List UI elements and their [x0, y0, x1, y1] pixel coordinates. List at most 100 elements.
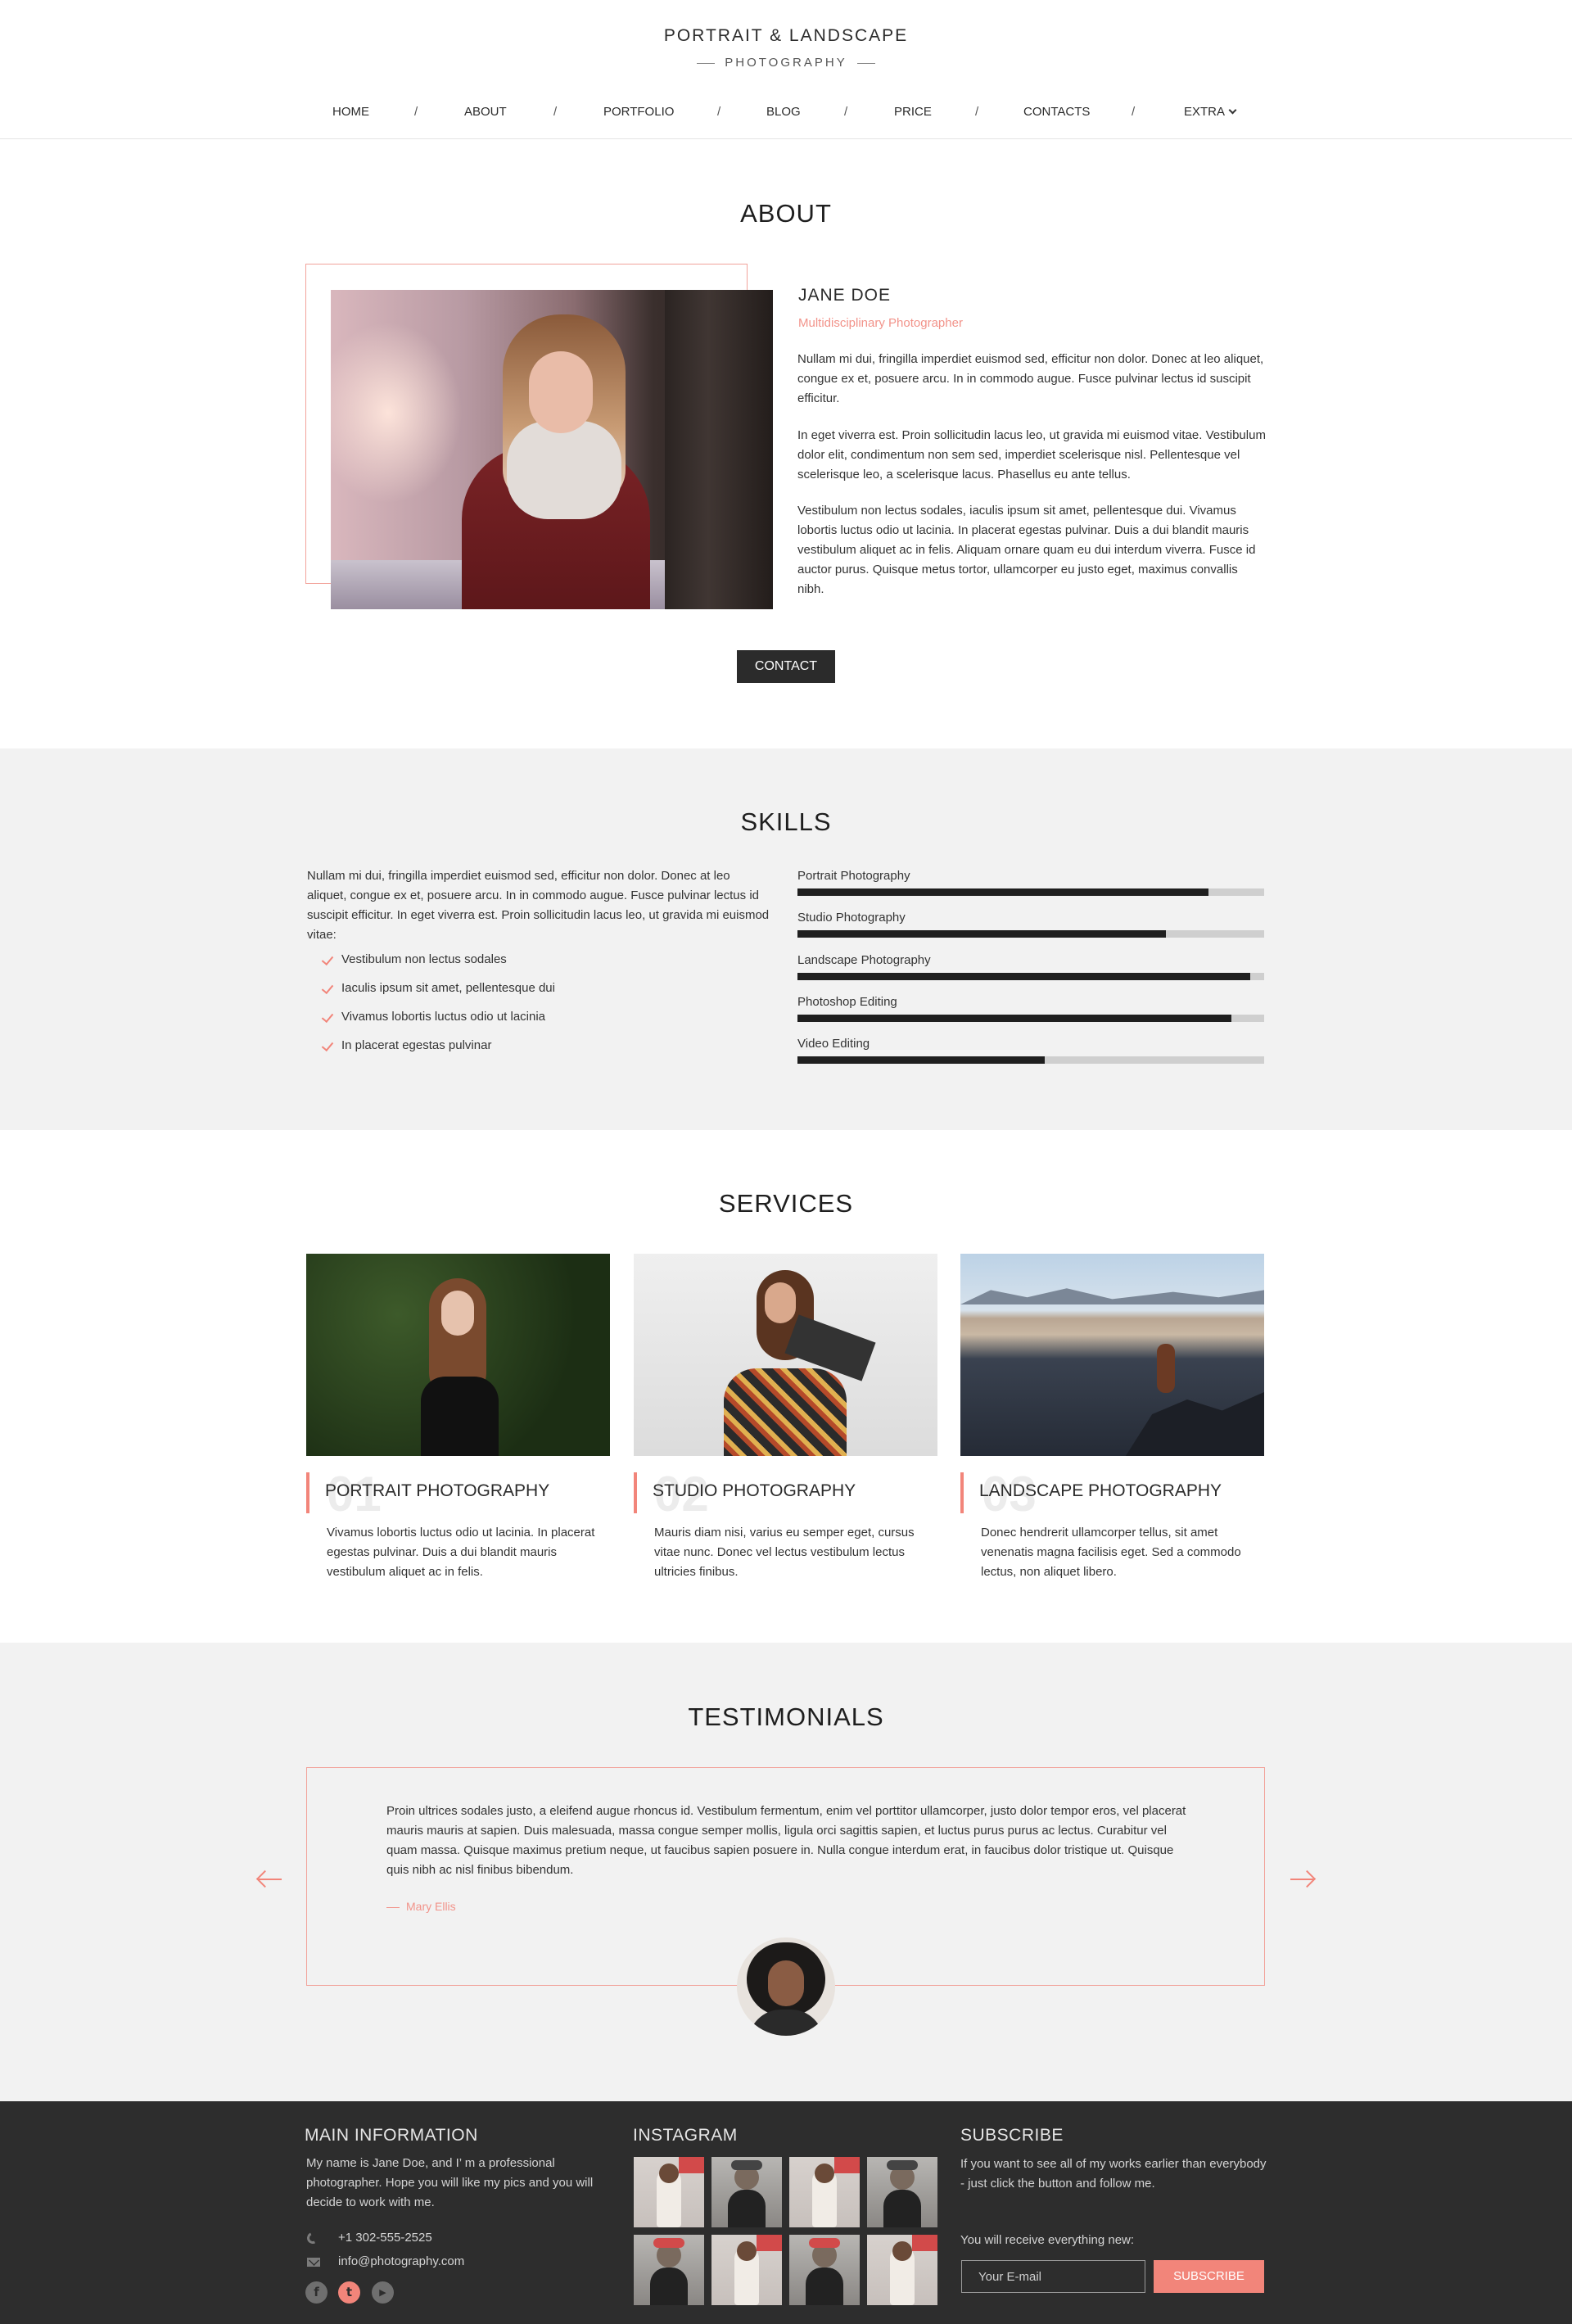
footer-subscribe-note: You will receive everything new: — [960, 2233, 1135, 2247]
nav-blog[interactable]: BLOG — [766, 105, 801, 119]
nav-home[interactable]: HOME — [332, 105, 369, 119]
check-icon — [321, 1010, 334, 1024]
photo-dress — [421, 1377, 499, 1456]
service-title[interactable]: PORTRAIT PHOTOGRAPHY — [325, 1481, 549, 1501]
instagram-thumb[interactable] — [789, 2157, 860, 2227]
list-item: Vestibulum non lectus sodales — [321, 952, 555, 980]
thumb-accent — [679, 2157, 704, 2173]
service-accent-bar — [960, 1472, 964, 1513]
instagram-thumb[interactable] — [867, 2157, 937, 2227]
services-title: SERVICES — [718, 1189, 854, 1218]
instagram-thumb[interactable] — [867, 2235, 937, 2305]
arrow-head — [1298, 1870, 1317, 1888]
service-text: Mauris diam nisi, varius eu semper eget,… — [654, 1526, 915, 1579]
skill-bar: Portrait Photography — [797, 869, 1264, 896]
thumb-figure — [806, 2267, 843, 2305]
check-icon — [321, 952, 334, 966]
service-title[interactable]: LANDSCAPE PHOTOGRAPHY — [979, 1481, 1222, 1501]
service-image-portrait[interactable] — [306, 1254, 610, 1456]
skill-label: Landscape Photography — [797, 953, 931, 967]
skill-fill — [797, 888, 1208, 896]
site-logo-subtitle-text: PHOTOGRAPHY — [725, 56, 847, 70]
skill-track — [797, 1056, 1264, 1064]
twitter-icon[interactable]: t — [338, 2281, 360, 2304]
about-paragraph: Vestibulum non lectus sodales, iaculis i… — [797, 504, 1256, 596]
footer-instagram-title: INSTAGRAM — [633, 2126, 738, 2145]
thumb-cap — [731, 2160, 762, 2170]
nav-separator: / — [975, 105, 979, 119]
service-image-studio[interactable] — [634, 1254, 937, 1456]
skills-title: SKILLS — [740, 807, 832, 836]
nav-portfolio[interactable]: PORTFOLIO — [603, 105, 674, 119]
skill-fill — [797, 973, 1250, 980]
nav-contacts[interactable]: CONTACTS — [1023, 105, 1090, 119]
skills-text: Nullam mi dui, fringilla imperdiet euism… — [307, 869, 770, 942]
email-field[interactable] — [961, 2260, 1145, 2293]
instagram-thumb[interactable] — [711, 2157, 782, 2227]
skill-track — [797, 888, 1264, 896]
instagram-thumb[interactable] — [634, 2157, 704, 2227]
nav-separator: / — [844, 105, 848, 119]
thumb-figure — [650, 2267, 688, 2305]
main-nav: HOME / ABOUT / PORTFOLIO / BLOG / PRICE … — [0, 105, 1572, 126]
photo-face — [765, 1282, 796, 1323]
service-text: Donec hendrerit ullamcorper tellus, sit … — [981, 1526, 1241, 1579]
footer-main-title: MAIN INFORMATION — [305, 2126, 478, 2145]
skill-label: Video Editing — [797, 1037, 870, 1051]
subscribe-button[interactable]: SUBSCRIBE — [1154, 2260, 1264, 2293]
testimonial-avatar — [737, 1937, 835, 2036]
thumb-figure — [728, 2190, 766, 2227]
nav-extra-label: EXTRA — [1184, 105, 1226, 119]
list-item-label: Vivamus lobortis luctus odio ut lacinia — [341, 1010, 546, 1024]
instagram-thumb[interactable] — [711, 2235, 782, 2305]
service-image-landscape[interactable] — [960, 1254, 1264, 1456]
arrow-right-icon[interactable] — [1289, 1869, 1317, 1890]
service-title[interactable]: STUDIO PHOTOGRAPHY — [653, 1481, 856, 1501]
testimonial-author-name: Mary Ellis — [406, 1900, 456, 1913]
skill-fill — [797, 930, 1167, 938]
arrow-head — [255, 1870, 274, 1888]
check-icon — [321, 981, 334, 995]
mail-icon — [307, 2258, 320, 2267]
photo-face — [441, 1291, 474, 1336]
contact-button[interactable]: CONTACT — [737, 650, 835, 683]
photo-tree — [665, 290, 773, 609]
facebook-icon[interactable]: f — [305, 2281, 328, 2304]
about-name: JANE DOE — [798, 286, 892, 305]
instagram-thumb[interactable] — [789, 2235, 860, 2305]
skill-label: Photoshop Editing — [797, 995, 897, 1009]
nav-separator: / — [1132, 105, 1136, 119]
nav-about[interactable]: ABOUT — [464, 105, 507, 119]
instagram-thumb[interactable] — [634, 2235, 704, 2305]
photo-scarf — [507, 421, 621, 519]
thumb-cap — [809, 2238, 840, 2248]
nav-extra[interactable]: EXTRA — [1184, 105, 1237, 119]
photo-person — [1157, 1344, 1175, 1393]
site-logo-title[interactable]: PORTRAIT & LANDSCAPE — [0, 26, 1572, 46]
footer-subscribe-text: If you want to see all of my works earli… — [960, 2157, 1267, 2191]
footer-email[interactable]: info@photography.com — [338, 2254, 464, 2268]
youtube-icon[interactable]: ▶ — [372, 2281, 394, 2304]
skill-bar: Landscape Photography — [797, 953, 1264, 980]
thumb-head — [892, 2241, 912, 2261]
skill-track — [797, 973, 1264, 980]
photo-rocks — [1124, 1392, 1264, 1456]
testimonial-quote: Proin ultrices sodales justo, a eleifend… — [386, 1804, 1186, 1877]
skill-track — [797, 1015, 1264, 1022]
nav-price[interactable]: PRICE — [894, 105, 932, 119]
footer-main-text: My name is Jane Doe, and I’ m a professi… — [306, 2156, 594, 2209]
site-logo-subtitle: PHOTOGRAPHY — [0, 56, 1572, 70]
thumb-accent — [834, 2157, 860, 2173]
skill-bar: Video Editing — [797, 1037, 1264, 1064]
thumb-cap — [887, 2160, 918, 2170]
list-item: In placerat egestas pulvinar — [321, 1038, 555, 1066]
list-item: Vivamus lobortis luctus odio ut lacinia — [321, 1009, 555, 1038]
photo-mountains — [960, 1288, 1264, 1304]
nav-separator: / — [717, 105, 721, 119]
arrow-left-icon[interactable] — [255, 1869, 283, 1890]
thumb-head — [815, 2163, 834, 2183]
skill-bar: Studio Photography — [797, 911, 1264, 938]
list-item-label: In placerat egestas pulvinar — [341, 1038, 492, 1052]
footer-phone[interactable]: +1 302-555-2525 — [338, 2231, 432, 2245]
skill-track — [797, 930, 1264, 938]
